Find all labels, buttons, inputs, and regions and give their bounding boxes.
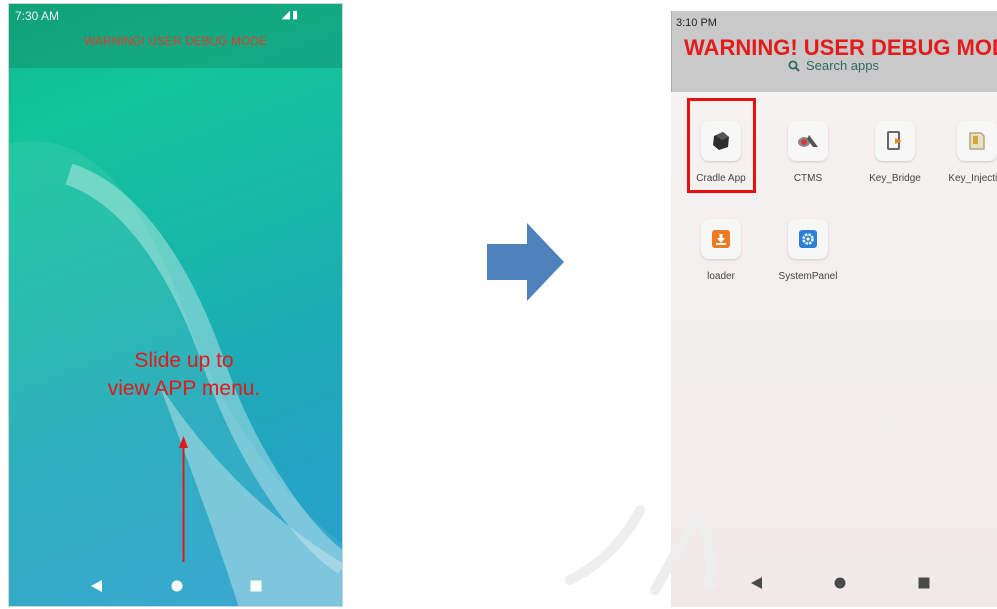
app-key-bridge[interactable]: Key_Bridge [855,121,935,184]
app-label: loader [707,271,735,282]
ctms-icon [788,121,828,161]
app-label: CTMS [793,173,823,184]
search-apps-field[interactable]: Search apps [788,58,879,73]
back-icon[interactable] [751,577,763,589]
slide-up-hint: Slide up to view APP menu. [67,347,301,403]
battery-icon: ▮ [291,9,300,21]
recents-icon[interactable] [250,580,262,592]
back-icon[interactable] [91,580,103,592]
app-label: SystemPanel [778,271,838,282]
arrow-up-icon [179,436,188,562]
search-label: Search apps [806,58,879,73]
hint-line-2: view APP menu. [107,377,261,400]
status-icons: ◢▮ [281,8,300,21]
right-phone-screen: 3:10 PM WARNING! USER DEBUG MODE Search … [671,11,997,607]
clock: 3:10 PM [676,17,717,29]
loader-icon [701,219,741,259]
key-bridge-icon [875,121,915,161]
right-arrow-icon [487,223,564,301]
system-panel-icon [788,219,828,259]
app-systempanel[interactable]: SystemPanel [768,219,848,282]
app-label: Key_Injecti... [948,173,997,184]
navigation-bar [9,566,342,606]
home-icon[interactable] [834,577,846,589]
navigation-bar [671,559,997,607]
app-drawer-header: 3:10 PM WARNING! USER DEBUG MODE Search … [671,11,997,92]
cradle-app-highlight [687,98,756,193]
app-loader[interactable]: loader [681,219,761,282]
clock: 7:30 AM [15,9,60,23]
debug-warning: WARNING! USER DEBUG MODE [84,34,267,48]
signal-icon: ◢ [281,9,292,21]
wallpaper [9,4,342,606]
hint-line-1: Slide up to [134,349,234,372]
key-injection-icon [957,121,997,161]
app-label: Key_Bridge [869,173,921,184]
app-key-injection[interactable]: Key_Injecti... [937,121,997,184]
search-icon [788,60,800,72]
home-icon[interactable] [171,580,183,592]
recents-icon[interactable] [918,577,930,589]
left-phone-screen: 7:30 AM ◢▮ WARNING! USER DEBUG MODE Slid… [8,3,343,607]
app-ctms[interactable]: CTMS [768,121,848,184]
